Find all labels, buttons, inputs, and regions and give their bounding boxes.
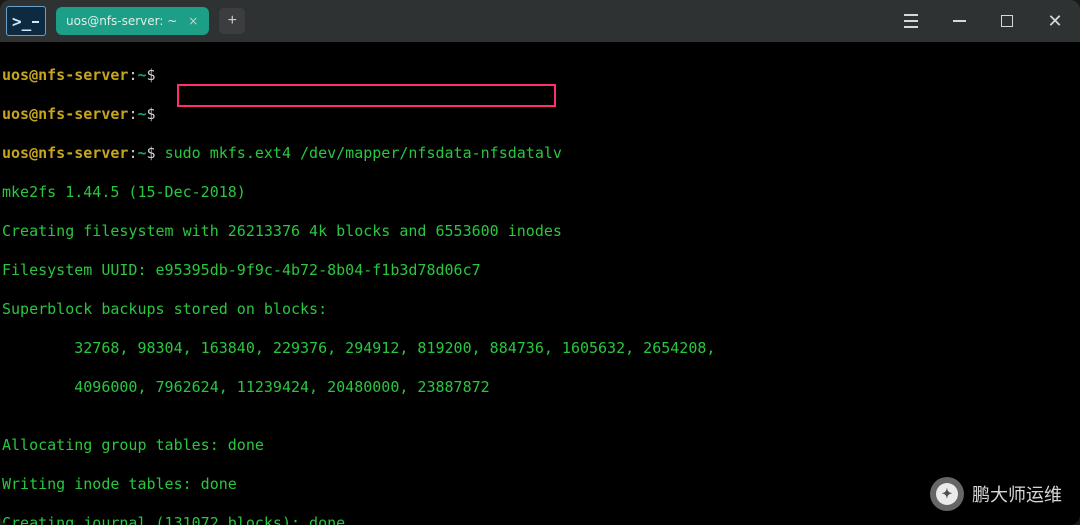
wechat-icon: ✦ xyxy=(936,483,958,505)
terminal-icon: >_ xyxy=(6,6,46,36)
watermark-text: 鹏大师运维 xyxy=(972,481,1062,507)
new-tab-button[interactable]: + xyxy=(219,8,245,34)
output-line: Creating filesystem with 26213376 4k blo… xyxy=(2,222,1078,242)
output-line: Superblock backups stored on blocks: xyxy=(2,300,1078,320)
maximize-button[interactable] xyxy=(988,2,1026,40)
terminal-icon-cursor xyxy=(32,21,39,23)
tab-active[interactable]: uos@nfs-server: ~ × xyxy=(56,7,209,35)
prompt-path: ~ xyxy=(137,144,146,162)
watermark: ✦ 鹏大师运维 xyxy=(930,477,1062,511)
menu-button[interactable] xyxy=(892,2,930,40)
output-line: Creating journal (131072 blocks): done xyxy=(2,514,1078,525)
tab-label: uos@nfs-server: ~ xyxy=(66,14,177,28)
output-line: mke2fs 1.44.5 (15-Dec-2018) xyxy=(2,183,1078,203)
output-line: 32768, 98304, 163840, 229376, 294912, 81… xyxy=(2,339,1078,359)
maximize-icon xyxy=(1001,15,1013,27)
watermark-circle: ✦ xyxy=(930,477,964,511)
minimize-icon xyxy=(953,20,966,22)
prompt-user-host: uos@nfs-server xyxy=(2,105,128,123)
prompt-dollar: $ xyxy=(147,144,156,162)
close-tab-icon[interactable]: × xyxy=(187,15,199,27)
output-line: Filesystem UUID: e95395db-9f9c-4b72-8b04… xyxy=(2,261,1078,281)
output-line: 4096000, 7962624, 11239424, 20480000, 23… xyxy=(2,378,1078,398)
minimize-button[interactable] xyxy=(940,2,978,40)
prompt-user-host: uos@nfs-server xyxy=(2,144,128,162)
hamburger-icon xyxy=(904,14,918,28)
prompt-path: ~ xyxy=(137,105,146,123)
title-bar: >_ uos@nfs-server: ~ × + ✕ xyxy=(0,0,1080,42)
prompt-path: ~ xyxy=(137,66,146,84)
output-line: Writing inode tables: done xyxy=(2,475,1078,495)
terminal-icon-glyph: >_ xyxy=(12,12,31,31)
close-window-button[interactable]: ✕ xyxy=(1036,2,1074,40)
plus-icon: + xyxy=(228,12,237,30)
output-line: Allocating group tables: done xyxy=(2,436,1078,456)
prompt-user-host: uos@nfs-server xyxy=(2,66,128,84)
prompt-dollar: $ xyxy=(147,105,156,123)
terminal-window: >_ uos@nfs-server: ~ × + ✕ uos@nfs-serve… xyxy=(0,0,1080,525)
terminal-body[interactable]: uos@nfs-server:~$ uos@nfs-server:~$ uos@… xyxy=(0,42,1080,525)
prompt-dollar: $ xyxy=(147,66,156,84)
close-icon: ✕ xyxy=(1047,11,1062,32)
command-text: sudo mkfs.ext4 /dev/mapper/nfsdata-nfsda… xyxy=(165,144,562,162)
